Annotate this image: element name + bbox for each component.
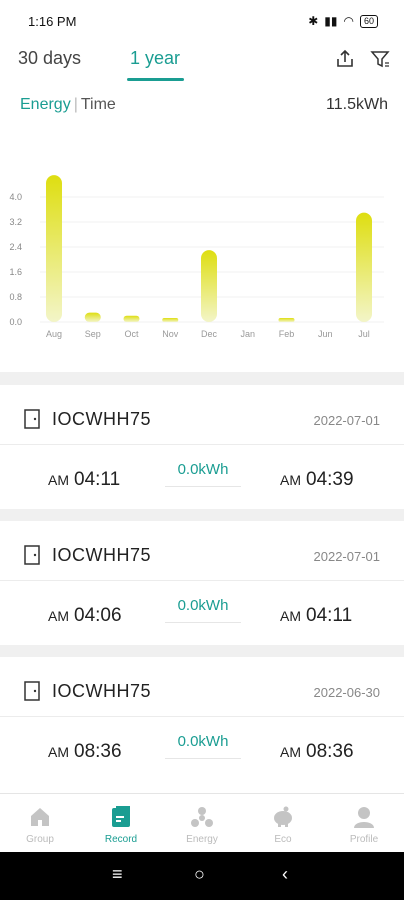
bar-dec[interactable] [201, 250, 217, 322]
tab-30-days[interactable]: 30 days [18, 48, 81, 69]
record-date: 2022-07-01 [313, 549, 381, 564]
mode-time-button[interactable]: Time [81, 96, 116, 113]
door-icon [24, 681, 40, 701]
nav-group-label: Group [26, 834, 54, 845]
mode-energy-button[interactable]: Energy [20, 96, 71, 113]
end-time: AM 08:36 [280, 741, 354, 763]
x-tick-label: Dec [201, 329, 218, 339]
end-time: AM 04:11 [280, 605, 352, 627]
status-bar: 1:16 PM ✱ ▮▮ ◠ 60 [0, 0, 404, 42]
signal-icon: ▮▮ [324, 14, 338, 28]
bar-feb[interactable] [278, 318, 295, 322]
system-navigation-bar: ≡ ○ ‹ [0, 852, 404, 900]
x-tick-label: Jan [240, 329, 255, 339]
y-tick-label: 3.2 [9, 217, 22, 227]
door-icon [24, 409, 40, 429]
share-icon[interactable] [334, 48, 356, 70]
energy-value: 0.0kWh [165, 461, 241, 487]
end-ampm: AM [280, 472, 301, 488]
house-icon [31, 808, 49, 826]
mode-separator: | [73, 96, 78, 113]
bar-aug[interactable] [46, 175, 62, 322]
start-time-value: 04:06 [74, 605, 122, 626]
start-time: AM 04:11 [48, 469, 120, 491]
nav-profile[interactable]: Profile [324, 794, 404, 853]
battery-icon: 60 [359, 14, 378, 28]
y-tick-label: 2.4 [9, 242, 22, 252]
bar-sep[interactable] [84, 312, 101, 322]
nav-eco[interactable]: Eco [243, 794, 323, 853]
x-tick-label: Feb [279, 329, 295, 339]
tab-1-year[interactable]: 1 year [130, 48, 180, 69]
nav-record[interactable]: Record [81, 794, 161, 853]
start-time: AM 08:36 [48, 741, 122, 763]
profile-icon [354, 807, 374, 828]
nav-energy-label: Energy [186, 834, 218, 845]
status-time: 1:16 PM [28, 14, 77, 29]
nav-group[interactable]: Group [0, 794, 80, 853]
back-icon[interactable]: ‹ [282, 864, 288, 885]
device-name: IOCWHH75 [52, 545, 152, 565]
record-card[interactable]: IOCWHH75 2022-07-01 AM 04:06 0.0kWh AM 04:… [0, 521, 404, 645]
record-card[interactable]: IOCWHH75 2022-07-01 AM 04:11 0.0kWh AM 04:… [0, 385, 404, 509]
record-date: 2022-07-01 [313, 413, 381, 428]
x-tick-label: Nov [162, 329, 179, 339]
end-time-value: 04:11 [306, 605, 353, 626]
end-time: AM 04:39 [280, 469, 354, 491]
start-ampm: AM [48, 472, 69, 488]
start-time-value: 08:36 [74, 741, 122, 762]
bottom-navigation: Group Record Energy Eco Profile [0, 793, 404, 852]
record-header: IOCWHH75 2022-06-30 [0, 657, 404, 717]
bar-nov[interactable] [162, 318, 179, 322]
device-name: IOCWHH75 [52, 409, 152, 429]
door-icon [24, 545, 40, 565]
y-tick-label: 1.6 [9, 267, 22, 277]
home-icon[interactable]: ○ [194, 864, 205, 885]
energy-chart-card: Energy | Time 11.5kWh 0.0 0.8 1.6 2.4 3.2 4.0 A… [0, 82, 404, 372]
energy-icon [191, 807, 213, 827]
filter-icon[interactable] [369, 48, 391, 70]
y-tick-label: 4.0 [9, 192, 22, 202]
end-ampm: AM [280, 608, 301, 624]
bar-jul[interactable] [356, 212, 372, 322]
nav-profile-label: Profile [349, 834, 379, 845]
end-time-value: 04:39 [306, 469, 354, 490]
piggy-bank-icon [274, 806, 292, 827]
menu-icon[interactable]: ≡ [112, 864, 123, 885]
active-tab-indicator [127, 78, 184, 81]
wifi-icon: ◠ [343, 14, 354, 28]
end-time-value: 08:36 [306, 741, 354, 762]
start-time: AM 04:06 [48, 605, 122, 627]
bluetooth-icon: ✱ [308, 14, 319, 28]
chart-mode-toggle: Energy | Time [20, 96, 116, 114]
record-header: IOCWHH75 2022-07-01 [0, 521, 404, 581]
nav-energy[interactable]: Energy [162, 794, 242, 853]
status-icons: ✱ ▮▮ ◠ 60 [308, 14, 378, 28]
x-tick-label: Jun [318, 329, 333, 339]
device-name: IOCWHH75 [52, 681, 152, 701]
y-tick-label: 0.8 [9, 292, 22, 302]
bar-chart: 0.0 0.8 1.6 2.4 3.2 4.0 Aug Sep Oct Nov Dec Jan Feb… [9, 175, 384, 339]
record-date: 2022-06-30 [313, 685, 381, 700]
bar-oct[interactable] [123, 315, 140, 322]
x-tick-label: Jul [358, 329, 370, 339]
record-icon [112, 806, 130, 827]
y-tick-label: 0.0 [9, 317, 22, 327]
nav-record-label: Record [104, 834, 138, 845]
x-tick-label: Oct [124, 329, 139, 339]
nav-eco-label: Eco [274, 834, 292, 845]
x-tick-label: Aug [46, 329, 62, 339]
energy-value: 0.0kWh [165, 597, 241, 623]
end-ampm: AM [280, 744, 301, 760]
x-tick-label: Sep [85, 329, 101, 339]
record-header: IOCWHH75 2022-07-01 [0, 385, 404, 445]
energy-value: 0.0kWh [165, 733, 241, 759]
start-ampm: AM [48, 744, 69, 760]
period-tabs: 30 days 1 year [0, 42, 404, 82]
record-card[interactable]: IOCWHH75 2022-06-30 AM 08:36 0.0kWh AM 08:… [0, 657, 404, 793]
start-ampm: AM [48, 608, 69, 624]
start-time-value: 04:11 [74, 469, 121, 490]
total-energy: 11.5kWh [326, 96, 388, 113]
